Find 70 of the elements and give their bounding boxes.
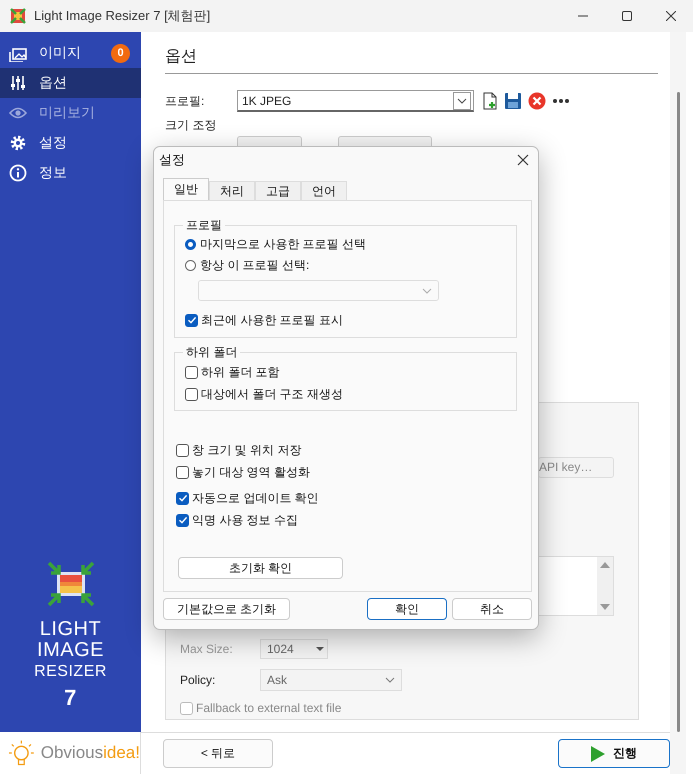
checkbox[interactable] — [185, 314, 198, 326]
field-label: Max Size: — [180, 642, 234, 656]
play-icon — [591, 746, 605, 762]
chevron-down-icon — [457, 96, 467, 106]
logo-text: 7 — [64, 687, 77, 708]
light-bulb-icon — [8, 738, 35, 768]
radio-button[interactable] — [185, 239, 196, 250]
dialog-button[interactable]: 취소 — [452, 598, 532, 620]
sidebar-item[interactable]: 옵션 — [0, 68, 141, 98]
chevron-down-icon — [422, 286, 432, 294]
brand-name: Obviousidea! — [40, 743, 140, 763]
chevron-down-icon — [385, 676, 395, 684]
page-heading: 옵션 — [165, 46, 658, 74]
close-icon[interactable] — [666, 11, 676, 21]
count-badge: 0 — [111, 44, 130, 62]
checkbox[interactable] — [185, 388, 198, 400]
scrollbar-thumb[interactable] — [676, 92, 680, 732]
checkbox[interactable] — [176, 444, 189, 456]
sidebar-item[interactable]: 정보 — [0, 158, 141, 188]
delete-icon[interactable] — [528, 92, 546, 110]
sidebar-item[interactable]: 설정 — [0, 128, 141, 158]
number-field[interactable]: 1024 — [260, 639, 328, 660]
sidebar-item[interactable]: 이미지 0 — [0, 38, 141, 68]
reset-confirm-button[interactable]: 초기화 확인 — [178, 557, 343, 579]
radio-label: 마지막으로 사용한 프로필 선택 — [200, 236, 366, 253]
checkbox-label: 창 크기 및 위치 저장 — [192, 442, 302, 458]
radio-button[interactable] — [185, 260, 196, 271]
logo-text: LIGHT — [40, 619, 102, 640]
new-file-icon[interactable] — [482, 92, 498, 110]
field-label: 프로필: — [165, 92, 206, 110]
info-icon — [9, 164, 27, 182]
checkbox[interactable] — [176, 514, 189, 526]
checkbox-label: 하위 폴더 포함 — [201, 364, 280, 380]
checkbox-label: 익명 사용 정보 수집 — [192, 512, 298, 528]
logo-icon — [46, 561, 94, 607]
policy-dropdown[interactable]: Ask — [260, 668, 402, 691]
checkbox[interactable] — [176, 466, 189, 478]
app-icon — [10, 8, 26, 24]
save-icon[interactable] — [504, 92, 522, 110]
logo-text: IMAGE — [37, 640, 104, 661]
profile-dropdown[interactable]: 1K JPEG — [237, 90, 474, 112]
maximize-icon[interactable] — [622, 11, 632, 21]
tab[interactable]: 처리 — [209, 181, 255, 200]
tab[interactable]: 고급 — [255, 181, 301, 200]
field-label: Policy: — [180, 672, 216, 687]
more-icon[interactable] — [552, 97, 570, 105]
checkbox-label: Fallback to external text file — [196, 701, 342, 716]
group-title: 프로필 — [185, 217, 223, 234]
radio-label: 항상 이 프로필 선택: — [200, 257, 310, 274]
tab[interactable]: 일반 — [163, 178, 209, 200]
checkbox[interactable] — [176, 492, 189, 504]
checkbox-label: 자동으로 업데이트 확인 — [192, 490, 319, 506]
close-icon[interactable] — [517, 154, 529, 166]
run-button[interactable]: 진행 — [558, 739, 670, 768]
checkbox-label: 놓기 대상 영역 활성화 — [192, 464, 310, 480]
section-label: 크기 조정 — [165, 117, 218, 134]
spinner-icon[interactable] — [315, 645, 325, 654]
tab[interactable]: 언어 — [301, 181, 347, 200]
logo-text: RESIZER — [34, 662, 107, 682]
dialog-button[interactable]: 기본값으로 초기화 — [163, 598, 290, 620]
group-title: 하위 폴더 — [185, 344, 238, 361]
checkbox[interactable] — [185, 366, 198, 378]
settings-icon — [9, 134, 27, 152]
back-button[interactable]: < 뒤로 — [163, 739, 273, 768]
dialog-title: 설정 — [159, 151, 185, 169]
checkbox-label: 대상에서 폴더 구조 재생성 — [201, 386, 344, 402]
sliders-icon — [9, 74, 27, 92]
window-title: Light Image Resizer 7 [체험판] — [34, 7, 210, 25]
checkbox-label: 최근에 사용한 프로필 표시 — [201, 312, 344, 328]
dialog-button[interactable]: 확인 — [367, 598, 447, 620]
